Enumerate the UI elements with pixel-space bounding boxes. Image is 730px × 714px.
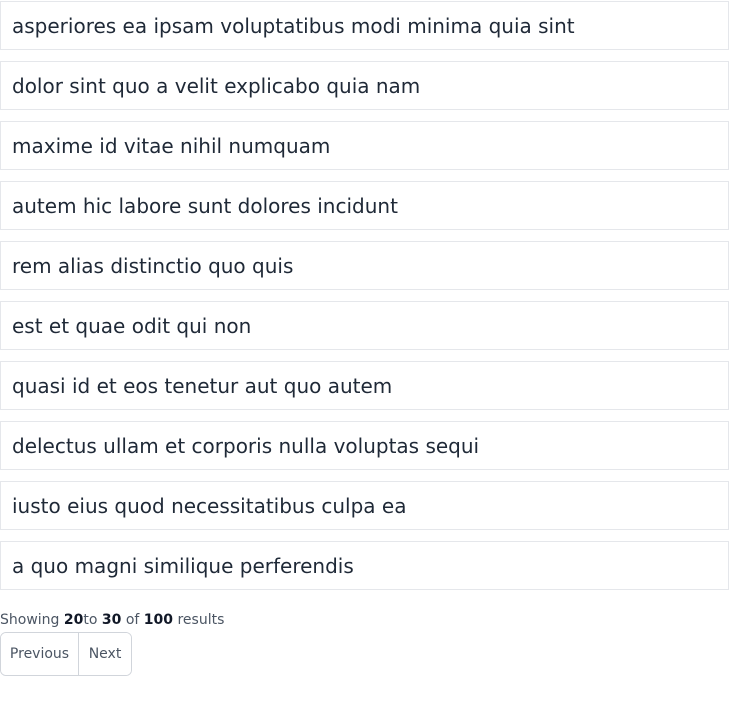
list-item: a quo magni similique perferendis	[0, 541, 729, 590]
range-from: 20	[63, 612, 84, 628]
pagination-controls: Previous Next	[0, 632, 132, 676]
list-item: delectus ullam et corporis nulla volupta…	[0, 421, 729, 470]
list-item: rem alias distinctio quo quis	[0, 241, 729, 290]
total-count: 100	[143, 612, 174, 628]
showing-label: Showing	[0, 612, 60, 628]
list-item: quasi id et eos tenetur aut quo autem	[0, 361, 729, 410]
next-button[interactable]: Next	[79, 633, 131, 675]
previous-button[interactable]: Previous	[1, 633, 79, 675]
results-summary: Showing 20to 30 of 100 results	[0, 612, 224, 628]
list-item: iusto eius quod necessitatibus culpa ea	[0, 481, 729, 530]
list-item: maxime id vitae nihil numquam	[0, 121, 729, 170]
list-item: asperiores ea ipsam voluptatibus modi mi…	[0, 1, 729, 50]
results-label: results	[177, 612, 225, 628]
list-item: autem hic labore sunt dolores incidunt	[0, 181, 729, 230]
of-label: of	[125, 612, 140, 628]
to-label: to	[83, 612, 98, 628]
list-item: est et quae odit qui non	[0, 301, 729, 350]
range-to: 30	[101, 612, 122, 628]
list-item: dolor sint quo a velit explicabo quia na…	[0, 61, 729, 110]
